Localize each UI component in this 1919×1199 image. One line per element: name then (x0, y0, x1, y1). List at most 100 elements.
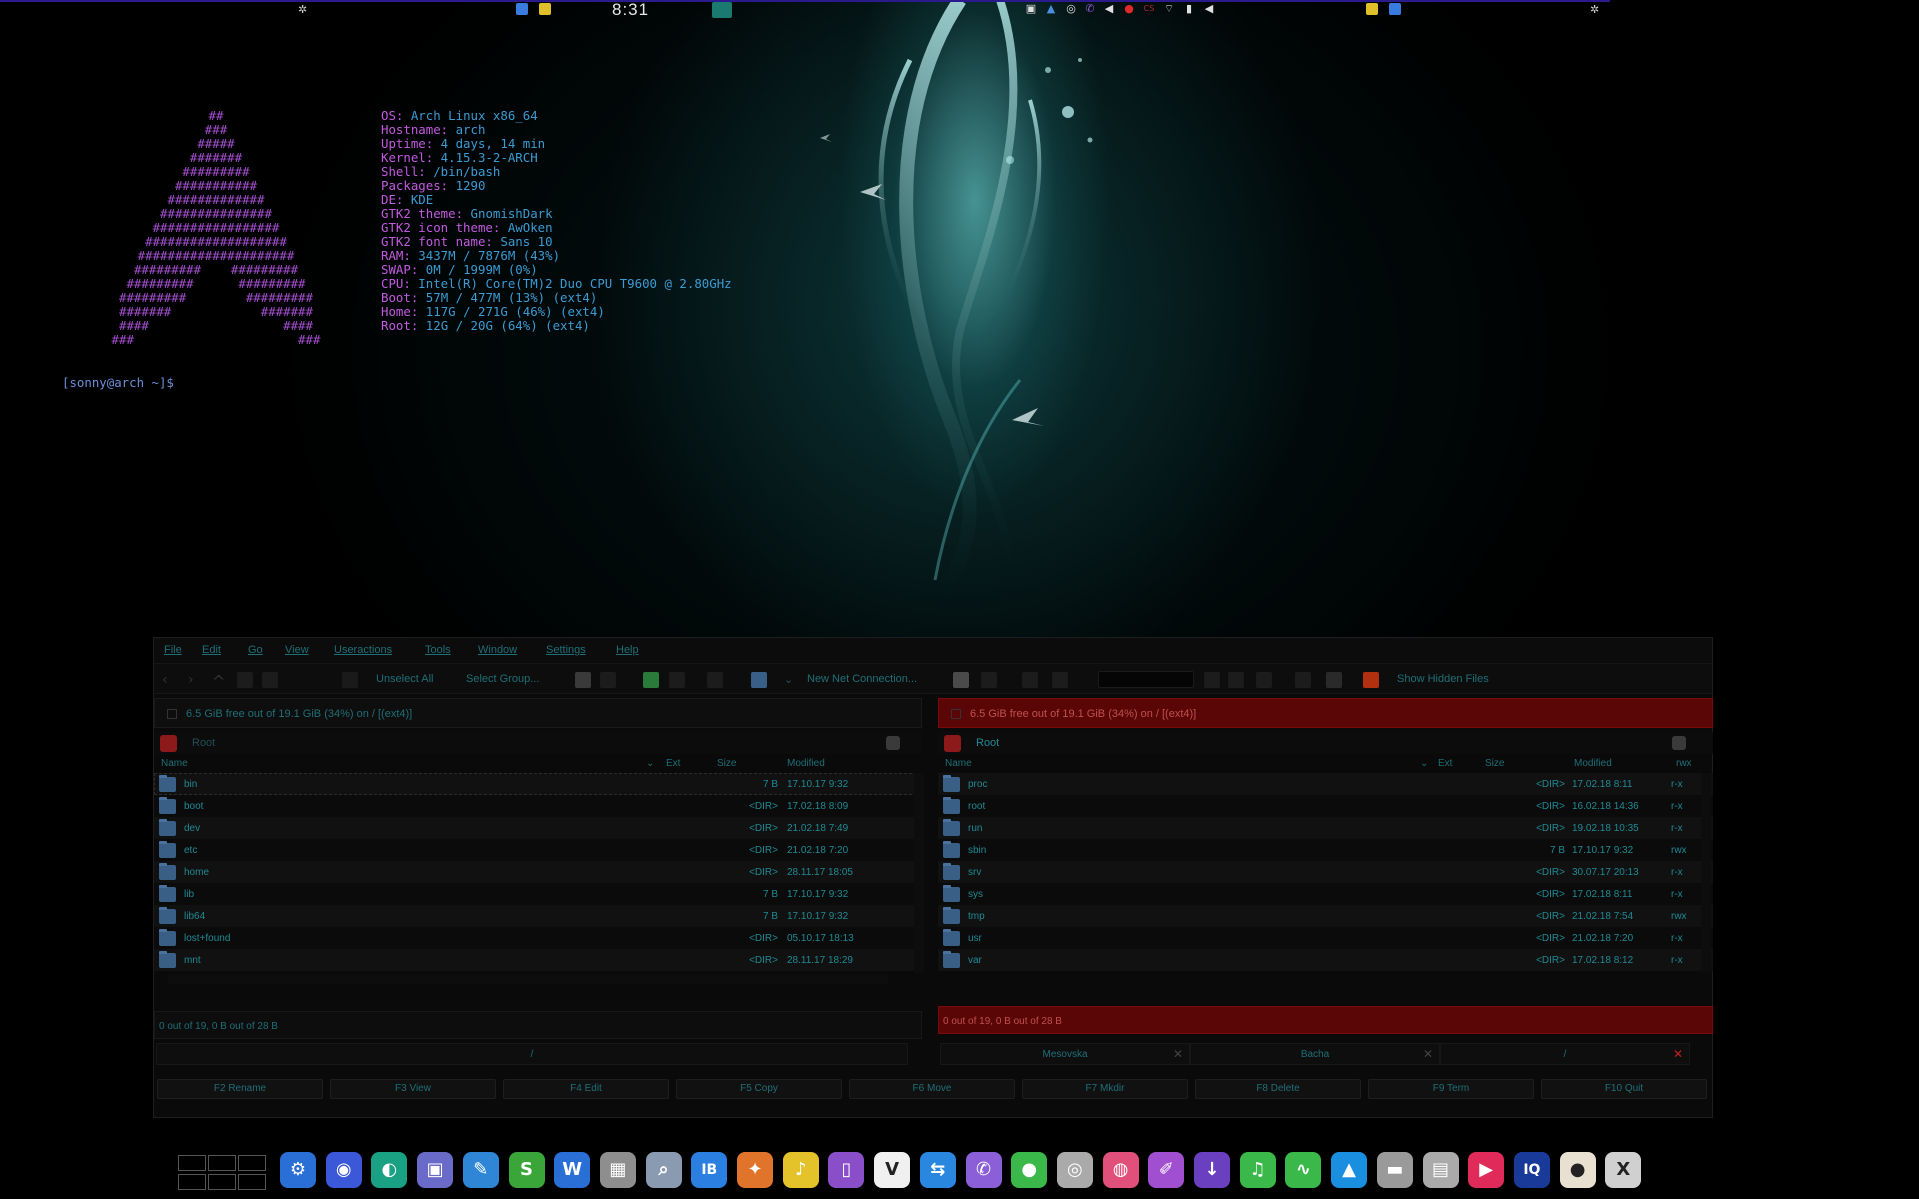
paint-icon[interactable]: ✐ (1148, 1152, 1185, 1188)
tab-bacha[interactable]: Bacha ✕ (1190, 1043, 1440, 1065)
view-icon[interactable] (1326, 672, 1342, 688)
close-tab-icon[interactable]: ✕ (1173, 1047, 1183, 1061)
ib-icon[interactable]: IB (691, 1152, 728, 1188)
back-icon[interactable]: ‹ (162, 672, 178, 688)
table-row[interactable]: sbin 7 B 17.10.17 9:32 rwx (938, 839, 1713, 861)
table-row[interactable]: proc <DIR> 17.02.18 8:11 r-x (938, 773, 1713, 795)
f4-edit-button[interactable]: F4 Edit (503, 1079, 669, 1099)
monitor-icon[interactable]: ∿ (1285, 1152, 1322, 1188)
col-perms[interactable]: rwx (1676, 758, 1692, 769)
path-bar[interactable]: Root (154, 732, 922, 754)
path-bar[interactable]: Root (938, 732, 1713, 754)
f7-mkdir-button[interactable]: F7 Mkdir (1022, 1079, 1188, 1099)
settings-icon[interactable]: ⚙ (280, 1152, 316, 1188)
music-icon[interactable]: ♪ (782, 1152, 819, 1188)
sync-icon[interactable] (669, 672, 685, 688)
tab-right-root[interactable]: / ✕ (1440, 1043, 1690, 1065)
col-size[interactable]: Size (1485, 758, 1504, 769)
palette-icon[interactable]: ◍ (1102, 1152, 1139, 1188)
filter-dropdown-icon[interactable] (1228, 672, 1244, 688)
menu-edit[interactable]: Edit (202, 644, 221, 656)
editor-icon[interactable]: ✎ (462, 1152, 499, 1188)
spreadsheet-icon[interactable]: S (508, 1152, 545, 1188)
panel-settings-icon-2[interactable]: ✲ (1590, 3, 1599, 17)
table-row[interactable]: lost+found <DIR> 05.10.17 18:13 (154, 927, 922, 949)
split-icon[interactable] (1022, 672, 1038, 688)
f2-rename-button[interactable]: F2 Rename (157, 1079, 323, 1099)
network-dropdown-icon[interactable]: ⌄ (784, 673, 793, 686)
compare-icon[interactable] (643, 672, 659, 688)
table-row[interactable]: root <DIR> 16.02.18 14:36 r-x (938, 795, 1713, 817)
f6-move-button[interactable]: F6 Move (849, 1079, 1015, 1099)
table-row[interactable]: mnt <DIR> 28.11.17 18:29 (154, 949, 922, 971)
browser-icon[interactable]: ◐ (371, 1152, 408, 1188)
menu-help[interactable]: Help (616, 644, 639, 656)
screenshot-icon[interactable]: ▣ (417, 1152, 454, 1188)
table-row[interactable]: lib64 7 B 17.10.17 9:32 (154, 905, 922, 927)
cpu-graph-icon[interactable] (712, 2, 732, 18)
unselect-icon[interactable] (342, 672, 358, 688)
tray-wifi-icon[interactable]: ⌔ (1163, 3, 1175, 15)
f8-delete-button[interactable]: F8 Delete (1195, 1079, 1361, 1099)
vlc-icon[interactable]: V (874, 1152, 911, 1188)
table-row[interactable]: boot <DIR> 17.02.18 8:09 (154, 795, 922, 817)
vertical-scrollbar[interactable] (1701, 773, 1711, 973)
tray-record-icon[interactable]: ● (1123, 3, 1135, 15)
chat-icon[interactable]: ● (1011, 1152, 1048, 1188)
clock[interactable]: 8:31 (612, 0, 649, 20)
table-row[interactable]: bin 7 B 17.10.17 9:32 (154, 773, 922, 795)
col-ext[interactable]: Ext (1438, 758, 1452, 769)
file-icon[interactable]: ▤ (1422, 1152, 1459, 1188)
panel-checkbox[interactable] (167, 709, 177, 719)
notes-icon-2[interactable] (1366, 3, 1378, 15)
unselect-all-button[interactable]: Unselect All (376, 673, 433, 685)
col-modified[interactable]: Modified (787, 758, 825, 769)
tray-battery-icon[interactable]: ▮ (1183, 3, 1195, 15)
table-row[interactable]: lib 7 B 17.10.17 9:32 (154, 883, 922, 905)
calculator-icon[interactable]: ▦ (599, 1152, 636, 1188)
close-tab-icon[interactable]: ✕ (1673, 1047, 1683, 1061)
filter-icon[interactable] (1204, 672, 1220, 688)
path-text[interactable]: Root (976, 737, 999, 749)
menu-useractions[interactable]: Useractions (334, 644, 392, 656)
path-text[interactable]: Root (192, 737, 215, 749)
search-icon[interactable]: ⌕ (645, 1152, 682, 1188)
home-icon[interactable] (237, 672, 253, 688)
table-row[interactable]: home <DIR> 28.11.17 18:05 (154, 861, 922, 883)
tray-arch-icon[interactable]: ▲ (1045, 3, 1057, 15)
iq-icon[interactable]: IQ (1513, 1152, 1550, 1188)
panel-options-icon[interactable] (886, 736, 900, 750)
close-tab-icon[interactable]: ✕ (1423, 1047, 1433, 1061)
clipboard-icon[interactable] (600, 672, 616, 688)
panel-settings-icon[interactable]: ✲ (298, 3, 307, 17)
gimp-icon[interactable]: ✦ (737, 1152, 773, 1188)
arch-icon[interactable]: ▲ (1331, 1152, 1368, 1188)
tray-viber-icon[interactable]: ✆ (1084, 3, 1096, 15)
ball-icon[interactable]: ● (1559, 1152, 1596, 1188)
table-row[interactable]: sys <DIR> 17.02.18 8:11 r-x (938, 883, 1713, 905)
firefox-icon[interactable]: ◉ (325, 1152, 362, 1188)
table-row[interactable]: var <DIR> 17.02.18 8:12 r-x (938, 949, 1713, 971)
up-icon[interactable]: ^ (212, 672, 228, 691)
download-icon[interactable]: ↓ (1194, 1152, 1230, 1188)
show-hidden-files-button[interactable]: Show Hidden Files (1397, 673, 1489, 685)
find-icon[interactable] (575, 672, 591, 688)
desktop-pager-icon-2[interactable] (1389, 3, 1401, 15)
sort-chevron-icon[interactable]: ⌄ (646, 758, 654, 769)
teamviewer-icon[interactable]: ⇆ (919, 1152, 956, 1188)
panel-options-icon[interactable] (1672, 736, 1686, 750)
f5-copy-button[interactable]: F5 Copy (676, 1079, 842, 1099)
hidden-files-icon[interactable] (1363, 672, 1379, 688)
menu-tools[interactable]: Tools (425, 644, 451, 656)
reload-icon[interactable] (262, 672, 278, 688)
disk-icon[interactable]: ◎ (1056, 1152, 1093, 1188)
table-row[interactable]: dev <DIR> 21.02.18 7:49 (154, 817, 922, 839)
drive-icon[interactable]: ▬ (1376, 1152, 1413, 1188)
desktop-pager-icon[interactable] (516, 3, 528, 15)
combine-icon[interactable] (1052, 672, 1068, 688)
table-row[interactable]: etc <DIR> 21.02.18 7:20 (154, 839, 922, 861)
tab-mesovska[interactable]: Mesovska ✕ (940, 1043, 1190, 1065)
tray-volume-icon[interactable]: ◀ (1103, 3, 1115, 15)
table-row[interactable]: usr <DIR> 21.02.18 7:20 r-x (938, 927, 1713, 949)
f9-term-button[interactable]: F9 Term (1368, 1079, 1534, 1099)
